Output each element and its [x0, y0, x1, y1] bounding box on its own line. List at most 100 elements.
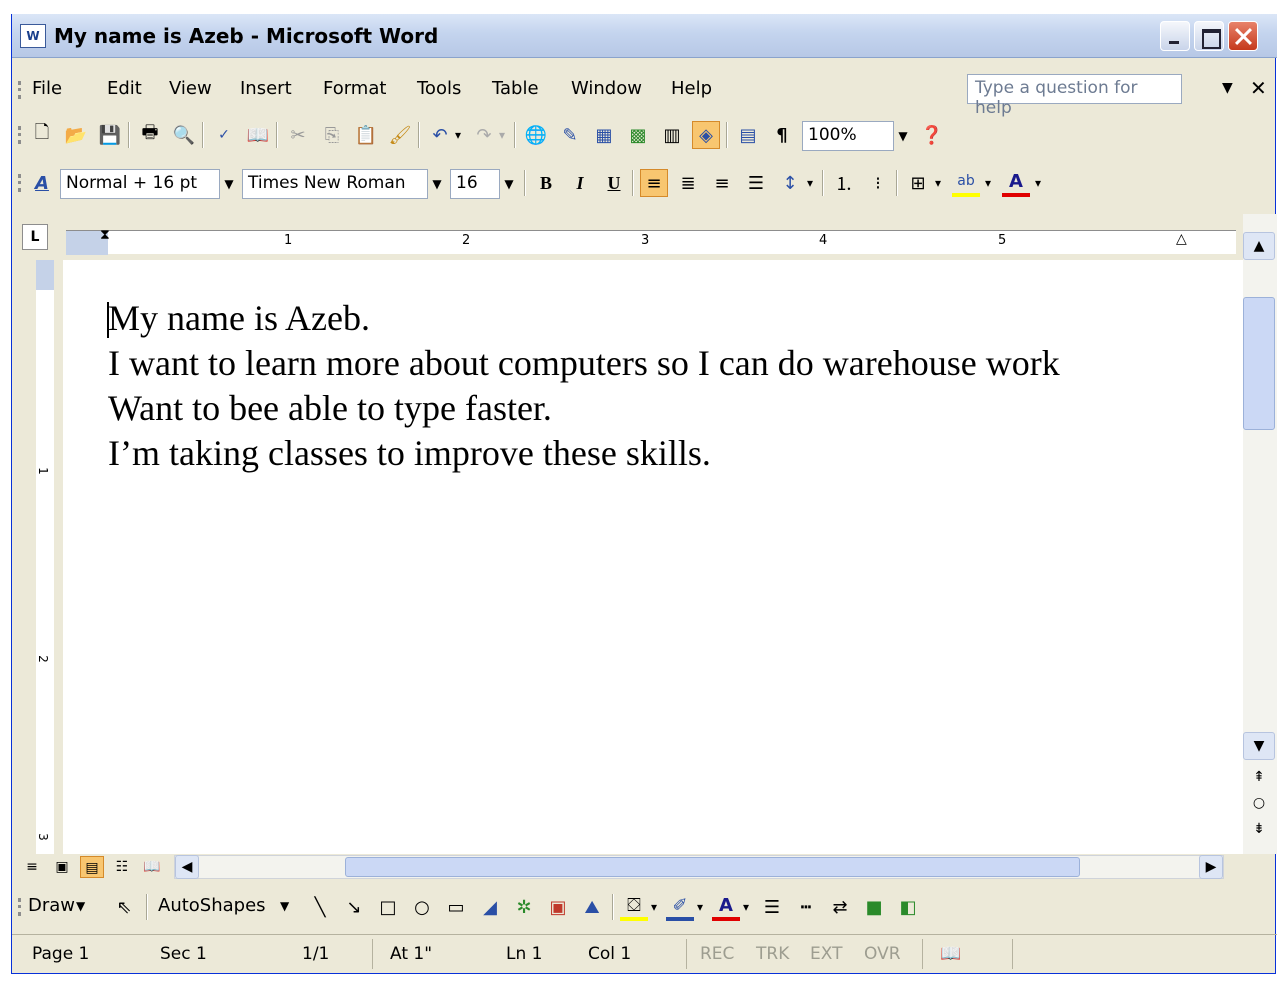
- numbering-icon[interactable]: ⒈: [830, 169, 858, 197]
- line-style-icon[interactable]: ☰: [758, 893, 786, 921]
- document-body[interactable]: My name is Azeb. I want to learn more ab…: [108, 296, 1060, 476]
- undo-dropdown-icon[interactable]: ▾: [450, 121, 466, 149]
- hyperlink-icon[interactable]: 🌐: [522, 121, 550, 149]
- menu-edit[interactable]: Edit: [107, 78, 142, 99]
- font-color-dropdown-icon[interactable]: ▾: [1030, 169, 1046, 197]
- print-preview-icon[interactable]: 🔍: [170, 121, 198, 149]
- document-page[interactable]: My name is Azeb. I want to learn more ab…: [63, 260, 1243, 854]
- scroll-down-icon[interactable]: ▼: [1243, 732, 1275, 760]
- highlight-dropdown-icon[interactable]: ▾: [980, 169, 996, 197]
- word-app-icon[interactable]: W: [20, 24, 46, 48]
- document-close-icon[interactable]: ✕: [1250, 76, 1267, 100]
- wordart-icon[interactable]: ◢: [476, 893, 504, 921]
- format-painter-icon[interactable]: 🖌: [386, 121, 414, 149]
- draw-font-color-icon[interactable]: A: [712, 893, 740, 921]
- paste-icon[interactable]: 📋: [352, 121, 380, 149]
- menu-format[interactable]: Format: [323, 78, 386, 99]
- minimize-button[interactable]: [1160, 21, 1190, 51]
- bold-button[interactable]: B: [532, 169, 560, 197]
- zoom-select[interactable]: 100%: [802, 121, 894, 151]
- research-icon[interactable]: 📖: [244, 121, 272, 149]
- line-spacing-dropdown-icon[interactable]: ▾: [802, 169, 818, 197]
- styles-pane-icon[interactable]: A: [28, 169, 56, 197]
- dash-style-icon[interactable]: ┅: [792, 893, 820, 921]
- previous-page-icon[interactable]: ⇞: [1243, 764, 1275, 792]
- style-select[interactable]: Normal + 16 pt: [60, 169, 220, 199]
- fill-color-dropdown-icon[interactable]: ▾: [646, 893, 662, 921]
- menu-help[interactable]: Help: [671, 78, 712, 99]
- autoshapes-menu-button[interactable]: AutoShapes: [158, 895, 266, 916]
- oval-icon[interactable]: ○: [408, 893, 436, 921]
- menu-window[interactable]: Window: [571, 78, 642, 99]
- spelling-status-icon[interactable]: 📖: [940, 944, 961, 964]
- drawing-icon[interactable]: ✎: [556, 121, 584, 149]
- outline-view-icon[interactable]: ☷: [110, 856, 134, 878]
- status-trk[interactable]: TRK: [756, 944, 789, 964]
- align-center-icon[interactable]: ≣: [674, 169, 702, 197]
- drawing-toggle-icon[interactable]: ◈: [692, 121, 720, 149]
- borders-icon[interactable]: ⊞: [904, 169, 932, 197]
- draw-font-color-dropdown-icon[interactable]: ▾: [738, 893, 754, 921]
- arrow-icon[interactable]: ↘: [340, 893, 368, 921]
- line-icon[interactable]: ╲: [306, 893, 334, 921]
- scroll-up-icon[interactable]: ▲: [1243, 232, 1275, 260]
- status-rec[interactable]: REC: [700, 944, 734, 964]
- vertical-ruler[interactable]: 1 2 3: [27, 260, 63, 854]
- line-spacing-icon[interactable]: ↕: [776, 169, 804, 197]
- autoshapes-dropdown-icon[interactable]: ▼: [280, 899, 289, 913]
- insert-excel-icon[interactable]: ▩: [624, 121, 652, 149]
- show-formatting-icon[interactable]: ¶: [768, 121, 796, 149]
- print-layout-icon[interactable]: ▤: [80, 856, 104, 878]
- indent-marker-icon[interactable]: ⧗: [100, 227, 110, 243]
- insert-table-icon[interactable]: ▦: [590, 121, 618, 149]
- diagram-icon[interactable]: ✲: [510, 893, 538, 921]
- style-dropdown-icon[interactable]: ▼: [220, 169, 238, 199]
- right-indent-marker-icon[interactable]: △: [1176, 231, 1187, 247]
- select-objects-icon[interactable]: ⇖: [110, 893, 138, 921]
- help-dropdown-icon[interactable]: ▼: [1222, 80, 1233, 96]
- font-dropdown-icon[interactable]: ▼: [428, 169, 446, 199]
- font-size-select[interactable]: 16: [450, 169, 500, 199]
- font-select[interactable]: Times New Roman: [242, 169, 428, 199]
- columns-icon[interactable]: ▥: [658, 121, 686, 149]
- new-icon[interactable]: 🗋: [28, 121, 56, 149]
- web-layout-icon[interactable]: ▣: [50, 856, 74, 878]
- draw-menu-button[interactable]: Draw: [28, 895, 75, 916]
- 3d-style-icon[interactable]: ◧: [894, 893, 922, 921]
- menu-file[interactable]: File: [32, 78, 62, 99]
- browse-object-icon[interactable]: ○: [1243, 790, 1275, 818]
- save-icon[interactable]: 💾: [96, 121, 124, 149]
- insert-picture-icon[interactable]: ⛰: [578, 893, 606, 921]
- scroll-left-icon[interactable]: ◀: [175, 855, 199, 879]
- cut-icon[interactable]: ✂: [284, 121, 312, 149]
- status-ovr[interactable]: OVR: [864, 944, 901, 964]
- next-page-icon[interactable]: ⇟: [1243, 816, 1275, 844]
- align-left-icon[interactable]: ≡: [640, 169, 668, 197]
- menu-tools[interactable]: Tools: [417, 78, 461, 99]
- italic-button[interactable]: I: [566, 169, 594, 197]
- bullets-icon[interactable]: ⁝: [864, 169, 892, 197]
- rectangle-icon[interactable]: □: [374, 893, 402, 921]
- align-right-icon[interactable]: ≡: [708, 169, 736, 197]
- menu-insert[interactable]: Insert: [240, 78, 292, 99]
- title-bar[interactable]: W My name is Azeb - Microsoft Word: [12, 14, 1277, 58]
- scroll-right-icon[interactable]: ▶: [1199, 855, 1223, 879]
- vertical-scroll-thumb[interactable]: [1243, 297, 1275, 430]
- maximize-button[interactable]: [1194, 21, 1224, 51]
- clip-art-icon[interactable]: ▣: [544, 893, 572, 921]
- highlight-icon[interactable]: ab: [952, 169, 980, 197]
- standard-toolbar-grip[interactable]: [18, 126, 21, 144]
- spelling-icon[interactable]: ✓: [210, 121, 238, 149]
- redo-dropdown-icon[interactable]: ▾: [494, 121, 510, 149]
- zoom-dropdown-icon[interactable]: ▼: [894, 121, 912, 151]
- help-icon[interactable]: ❓: [918, 121, 946, 149]
- tab-selector[interactable]: L: [22, 224, 48, 250]
- line-color-dropdown-icon[interactable]: ▾: [692, 893, 708, 921]
- justify-icon[interactable]: ☰: [742, 169, 770, 197]
- status-ext[interactable]: EXT: [810, 944, 842, 964]
- menu-grip[interactable]: [18, 81, 21, 99]
- reading-layout-icon[interactable]: 📖: [140, 856, 164, 878]
- horizontal-ruler[interactable]: 1 2 3 4 5 ⧗ △: [66, 227, 1236, 255]
- line-color-icon[interactable]: ✐: [666, 893, 694, 921]
- document-map-icon[interactable]: ▤: [734, 121, 762, 149]
